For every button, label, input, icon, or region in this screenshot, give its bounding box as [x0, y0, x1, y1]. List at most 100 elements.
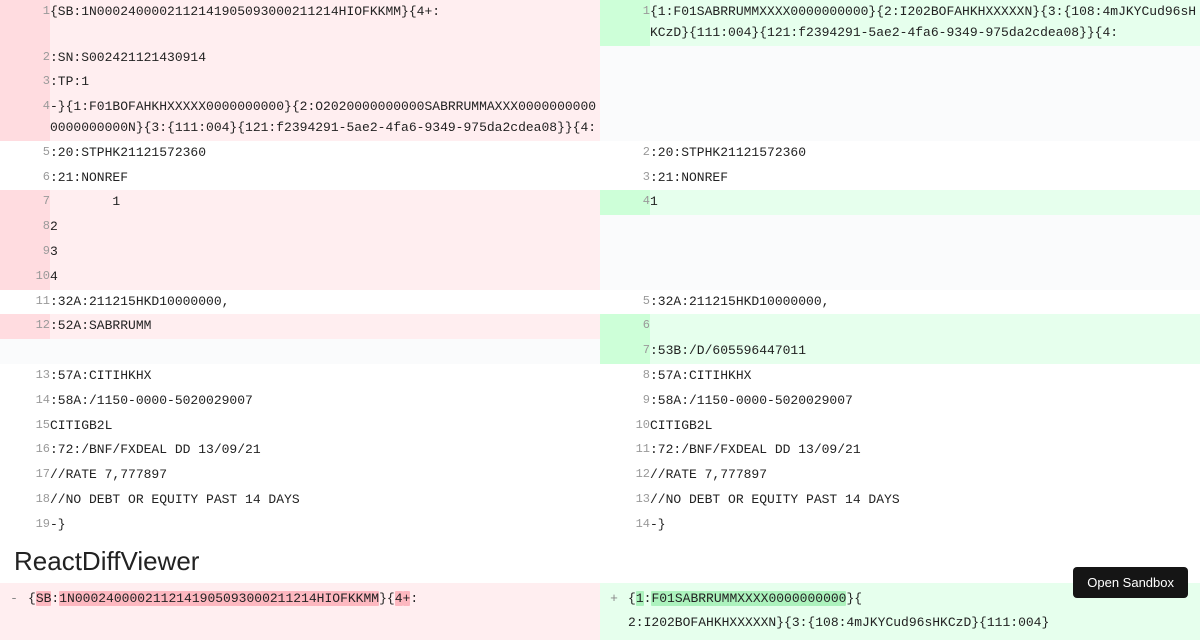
- content-left: :72:/BNF/FXDEAL DD 13/09/21: [50, 438, 600, 463]
- content-right: [650, 265, 1200, 290]
- content-right: 1: [650, 190, 1200, 215]
- content-left: 2: [50, 215, 600, 240]
- line-number-right: [600, 46, 650, 71]
- content-right: -}: [650, 513, 1200, 538]
- line-number-right: 8: [600, 364, 650, 389]
- line-number-right: 13: [600, 488, 650, 513]
- line-number-left: 1: [0, 0, 50, 46]
- line-number-right: [600, 70, 650, 95]
- line-number-left: 13: [0, 364, 50, 389]
- line-number-right: 14: [600, 513, 650, 538]
- content-left: :TP:1: [50, 70, 600, 95]
- section-heading: ReactDiffViewer: [0, 538, 1200, 583]
- diff-row: 3:TP:1: [0, 70, 1200, 95]
- content-left: 4: [50, 265, 600, 290]
- diff-row: 7:53B:/D/605596447011: [0, 339, 1200, 364]
- diff-row: 14:58A:/1150-0000-50200290079:58A:/1150-…: [0, 389, 1200, 414]
- content-right: :57A:CITIHKHX: [650, 364, 1200, 389]
- word-diff-table: - {SB:1N0002400002112141905093000211214H…: [0, 583, 1200, 640]
- content-right: :21:NONREF: [650, 166, 1200, 191]
- content-left: {SB:1N0002400002112141905093000211214HIO…: [50, 0, 600, 46]
- content-left: 3: [50, 240, 600, 265]
- content-right: [650, 70, 1200, 95]
- diff-row: 12:52A:SABRRUMM6: [0, 314, 1200, 339]
- line-number-right: 10: [600, 414, 650, 439]
- line-number-left: 12: [0, 314, 50, 339]
- content-left: //NO DEBT OR EQUITY PAST 14 DAYS: [50, 488, 600, 513]
- content-left: CITIGB2L: [50, 414, 600, 439]
- diff-row: 7 141: [0, 190, 1200, 215]
- content-left: -}{1:F01BOFAHKHXXXXX0000000000}{2:O20200…: [50, 95, 600, 141]
- content-left: :32A:211215HKD10000000,: [50, 290, 600, 315]
- diff-row: 4-}{1:F01BOFAHKHXXXXX0000000000}{2:O2020…: [0, 95, 1200, 141]
- word-diff-row: - {SB:1N0002400002112141905093000211214H…: [0, 583, 1200, 640]
- diff-row: 2:SN:S002421121430914: [0, 46, 1200, 71]
- content-right: {1:F01SABRRUMMXXXX0000000000}{2:I202BOFA…: [650, 0, 1200, 46]
- line-number-right: 1: [600, 0, 650, 46]
- content-right: [650, 46, 1200, 71]
- line-number-left: 6: [0, 166, 50, 191]
- content-right: CITIGB2L: [650, 414, 1200, 439]
- line-number-left: 3: [0, 70, 50, 95]
- content-right: :58A:/1150-0000-5020029007: [650, 389, 1200, 414]
- line-number-right: 9: [600, 389, 650, 414]
- diff-row: 19-}14-}: [0, 513, 1200, 538]
- diff-table: 1{SB:1N0002400002112141905093000211214HI…: [0, 0, 1200, 538]
- line-number-left: 10: [0, 265, 50, 290]
- line-number-right: 7: [600, 339, 650, 364]
- content-right: [650, 314, 1200, 339]
- diff-row: 6:21:NONREF3:21:NONREF: [0, 166, 1200, 191]
- plus-sign: +: [600, 583, 628, 640]
- content-left: [50, 339, 600, 364]
- content-left: :21:NONREF: [50, 166, 600, 191]
- line-number-right: 5: [600, 290, 650, 315]
- content-left: //RATE 7,777897: [50, 463, 600, 488]
- content-right: :53B:/D/605596447011: [650, 339, 1200, 364]
- line-number-left: 14: [0, 389, 50, 414]
- content-right: :20:STPHK21121572360: [650, 141, 1200, 166]
- line-number-left: 15: [0, 414, 50, 439]
- content-right: //RATE 7,777897: [650, 463, 1200, 488]
- minus-sign: -: [0, 583, 28, 640]
- line-number-right: [600, 95, 650, 141]
- diff-row: 18//NO DEBT OR EQUITY PAST 14 DAYS13//NO…: [0, 488, 1200, 513]
- content-right: [650, 215, 1200, 240]
- line-number-left: 11: [0, 290, 50, 315]
- content-right: :32A:211215HKD10000000,: [650, 290, 1200, 315]
- content-right: [650, 240, 1200, 265]
- content-left: :58A:/1150-0000-5020029007: [50, 389, 600, 414]
- line-number-left: 9: [0, 240, 50, 265]
- line-number-left: 16: [0, 438, 50, 463]
- content-left: :20:STPHK21121572360: [50, 141, 600, 166]
- line-number-right: 12: [600, 463, 650, 488]
- diff-row: 17//RATE 7,77789712//RATE 7,777897: [0, 463, 1200, 488]
- content-left: -}: [50, 513, 600, 538]
- line-number-left: 18: [0, 488, 50, 513]
- diff-row: 104: [0, 265, 1200, 290]
- line-number-left: 17: [0, 463, 50, 488]
- line-number-left: 4: [0, 95, 50, 141]
- line-number-left: [0, 339, 50, 364]
- diff-viewer: 1{SB:1N0002400002112141905093000211214HI…: [0, 0, 1200, 640]
- line-number-right: 2: [600, 141, 650, 166]
- content-left: :SN:S002421121430914: [50, 46, 600, 71]
- content-left: :52A:SABRRUMM: [50, 314, 600, 339]
- line-number-left: 7: [0, 190, 50, 215]
- content-left: 1: [50, 190, 600, 215]
- diff-row: 16:72:/BNF/FXDEAL DD 13/09/2111:72:/BNF/…: [0, 438, 1200, 463]
- diff-row: 5:20:STPHK211215723602:20:STPHK211215723…: [0, 141, 1200, 166]
- diff-row: 15CITIGB2L10CITIGB2L: [0, 414, 1200, 439]
- content-left: :57A:CITIHKHX: [50, 364, 600, 389]
- open-sandbox-button[interactable]: Open Sandbox: [1073, 567, 1188, 598]
- line-number-right: [600, 265, 650, 290]
- content-right: //NO DEBT OR EQUITY PAST 14 DAYS: [650, 488, 1200, 513]
- diff-row: 93: [0, 240, 1200, 265]
- line-number-right: 6: [600, 314, 650, 339]
- diff-row: 1{SB:1N0002400002112141905093000211214HI…: [0, 0, 1200, 46]
- content-right: [650, 95, 1200, 141]
- line-number-left: 5: [0, 141, 50, 166]
- diff-row: 13:57A:CITIHKHX8:57A:CITIHKHX: [0, 364, 1200, 389]
- diff-row: 11:32A:211215HKD10000000,5:32A:211215HKD…: [0, 290, 1200, 315]
- line-number-left: 2: [0, 46, 50, 71]
- content-right: :72:/BNF/FXDEAL DD 13/09/21: [650, 438, 1200, 463]
